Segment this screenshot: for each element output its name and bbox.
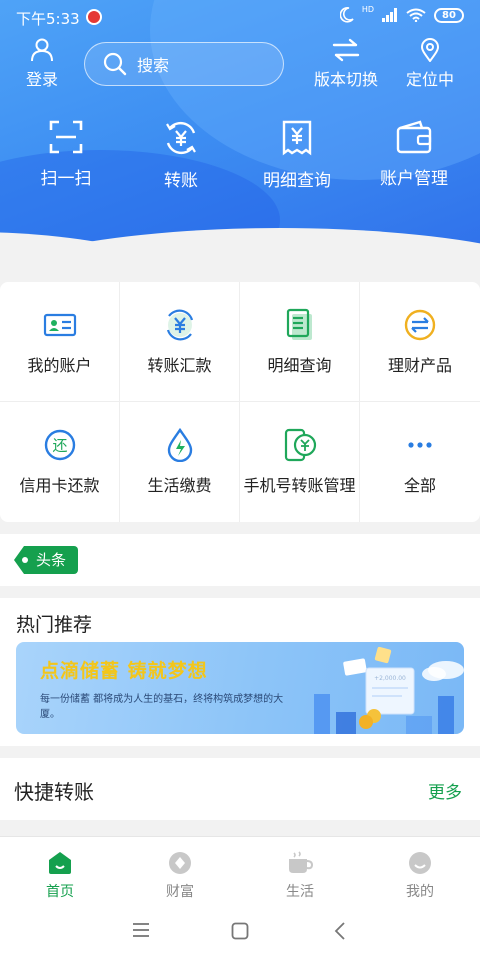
moon-icon: [339, 7, 354, 23]
grid-item-label: 理财产品: [387, 355, 452, 375]
quick-action-label: 明细查询: [263, 171, 331, 191]
grid-item-utilities[interactable]: 生活缴费: [120, 402, 240, 522]
search-icon: [103, 52, 127, 76]
banner-amount: +2,000.00: [374, 675, 406, 682]
nav-label: 首页: [46, 884, 74, 900]
nav-label: 财富: [166, 884, 194, 900]
grid-item-transfer[interactable]: 转账汇款: [120, 282, 240, 402]
phone-transfer-icon: [284, 428, 316, 462]
nav-wealth[interactable]: 财富: [120, 851, 240, 901]
quick-actions: 扫一扫 转账 明细查询 账户管理: [0, 120, 480, 200]
grid-item-wealth[interactable]: 理财产品: [360, 282, 480, 402]
quick-action-account[interactable]: 账户管理: [354, 120, 474, 189]
battery-indicator: 80: [434, 7, 464, 23]
savings-illustration: +2,000.00: [314, 646, 464, 734]
receipt-icon: [282, 120, 312, 156]
wealth-coin-icon: [404, 309, 436, 340]
search-input[interactable]: 搜索: [84, 42, 284, 86]
function-grid: 我的账户 转账汇款 明细查询 理财产品 还 信用卡还款 生活缴费 手机号转账管理…: [0, 282, 480, 522]
version-switch-label: 版本切换: [313, 70, 378, 89]
grid-item-label: 我的账户: [27, 355, 92, 375]
signal-icon: [382, 8, 397, 22]
header: 下午5:33 HD 80 登录 搜索 版本切换 定位中 扫一扫 转账 明细查询 …: [0, 0, 480, 270]
svg-text:还: 还: [52, 437, 67, 455]
grid-item-phone-transfer[interactable]: 手机号转账管理: [240, 402, 360, 522]
login-button[interactable]: 登录: [18, 38, 66, 90]
search-placeholder: 搜索: [137, 56, 170, 75]
banner-subtitle: 每一份储蓄 都将成为人生的基石，终将构筑成梦想的大厦。: [40, 694, 284, 720]
news-tag: 头条: [14, 546, 79, 574]
grid-item-label: 全部: [403, 476, 436, 495]
nav-mine[interactable]: 我的: [360, 851, 480, 901]
network-label: HD: [361, 4, 374, 14]
wallet-icon: [396, 120, 432, 154]
quick-action-label: 转账: [164, 171, 198, 191]
grid-item-label: 转账汇款: [147, 355, 212, 375]
version-switch-button[interactable]: 版本切换: [306, 38, 386, 90]
hot-section: 热门推荐 点滴储蓄 铸就梦想 每一份储蓄 都将成为人生的基石，终将构筑成梦想的大…: [0, 598, 480, 746]
quick-action-label: 账户管理: [380, 169, 448, 189]
more-dots-icon: [408, 442, 432, 448]
notification-app-icon: [86, 9, 102, 25]
tag-dot: [22, 557, 28, 563]
promo-banner[interactable]: 点滴储蓄 铸就梦想 每一份储蓄 都将成为人生的基石，终将构筑成梦想的大厦。 +2…: [16, 642, 464, 734]
location-label: 定位中: [405, 70, 454, 89]
quick-transfer-section: 快捷转账 更多: [0, 758, 480, 820]
location-button[interactable]: 定位中: [400, 38, 460, 90]
back-icon[interactable]: [334, 922, 346, 940]
menu-icon[interactable]: [132, 922, 150, 938]
repay-icon: 还: [44, 429, 75, 461]
nav-life[interactable]: 生活: [240, 851, 360, 901]
status-bar: 下午5:33 HD 80: [0, 0, 480, 34]
home-square-icon[interactable]: [231, 922, 249, 940]
status-right: HD 80: [339, 4, 464, 23]
quick-transfer-title: 快捷转账: [14, 780, 94, 804]
home-icon: [49, 852, 71, 874]
login-label: 登录: [25, 70, 58, 89]
top-bar: 登录 搜索 版本切换 定位中: [0, 38, 480, 98]
system-nav-bar: [0, 900, 480, 960]
water-drop-icon: [167, 428, 192, 462]
nav-label: 生活: [286, 884, 314, 900]
news-tag-label: 头条: [36, 551, 67, 569]
news-bar[interactable]: 头条: [0, 534, 480, 586]
life-icon: [289, 851, 313, 873]
nav-home[interactable]: 首页: [0, 851, 120, 901]
quick-action-transfer[interactable]: 转账: [121, 120, 241, 191]
wealth-icon: [169, 852, 191, 874]
bottom-nav: 首页 财富 生活 我的: [0, 836, 480, 900]
user-icon: [31, 38, 53, 62]
grid-item-label: 信用卡还款: [19, 476, 100, 495]
grid-item-statement[interactable]: 明细查询: [240, 282, 360, 402]
grid-item-label: 明细查询: [267, 355, 332, 375]
wifi-icon: [406, 8, 426, 22]
document-list-icon: [286, 308, 312, 340]
id-card-icon: [43, 313, 76, 336]
quick-action-scan[interactable]: 扫一扫: [6, 120, 126, 189]
transfer-yen-icon: [166, 309, 193, 340]
grid-item-all[interactable]: 全部: [360, 402, 480, 522]
quick-transfer-more-link[interactable]: 更多: [428, 778, 462, 803]
profile-icon: [409, 852, 431, 874]
grid-item-credit-repay[interactable]: 还 信用卡还款: [0, 402, 120, 522]
banner-title: 点滴储蓄 铸就梦想: [40, 660, 208, 682]
grid-item-label: 手机号转账管理: [243, 476, 356, 495]
status-time: 下午5:33: [16, 10, 80, 28]
hot-section-title: 热门推荐: [16, 614, 93, 636]
scan-icon: [49, 120, 83, 154]
grid-item-label: 生活缴费: [147, 476, 212, 495]
nav-label: 我的: [406, 884, 434, 900]
quick-action-statement[interactable]: 明细查询: [237, 120, 357, 191]
quick-action-label: 扫一扫: [40, 169, 92, 189]
switch-arrows-icon: [332, 38, 360, 62]
location-pin-icon: [420, 38, 440, 62]
grid-item-my-account[interactable]: 我的账户: [0, 282, 120, 402]
transfer-yen-icon: [166, 121, 196, 155]
